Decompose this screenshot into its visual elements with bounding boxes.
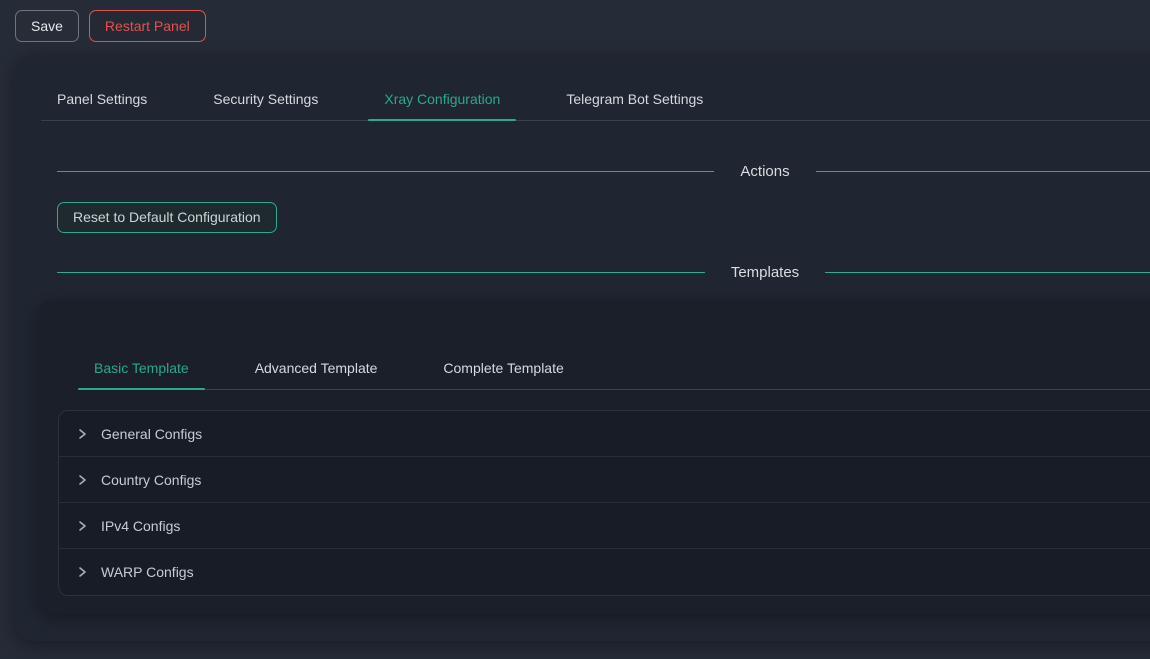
collapse-label: General Configs bbox=[101, 426, 202, 442]
settings-tabs: Panel Settings Security Settings Xray Co… bbox=[41, 79, 1150, 121]
templates-card: Basic Template Advanced Template Complet… bbox=[38, 300, 1150, 614]
template-config-collapse: General Configs Country Configs IPv4 Con… bbox=[58, 410, 1150, 596]
tab-xray-configuration[interactable]: Xray Configuration bbox=[368, 79, 516, 120]
actions-divider-label: Actions bbox=[714, 163, 815, 180]
collapse-general-configs[interactable]: General Configs bbox=[59, 411, 1150, 457]
collapse-label: WARP Configs bbox=[101, 564, 194, 580]
tab-advanced-template[interactable]: Advanced Template bbox=[239, 348, 394, 389]
collapse-ipv4-configs[interactable]: IPv4 Configs bbox=[59, 503, 1150, 549]
restart-panel-button[interactable]: Restart Panel bbox=[89, 10, 206, 42]
top-toolbar: Save Restart Panel bbox=[0, 0, 1150, 51]
save-button[interactable]: Save bbox=[15, 10, 79, 42]
chevron-right-icon bbox=[76, 474, 88, 486]
reset-to-default-button[interactable]: Reset to Default Configuration bbox=[57, 202, 277, 233]
chevron-right-icon bbox=[76, 520, 88, 532]
template-tabs: Basic Template Advanced Template Complet… bbox=[78, 348, 1150, 390]
templates-divider-label: Templates bbox=[705, 264, 825, 281]
collapse-warp-configs[interactable]: WARP Configs bbox=[59, 549, 1150, 595]
settings-card: Panel Settings Security Settings Xray Co… bbox=[15, 55, 1150, 641]
collapse-label: Country Configs bbox=[101, 472, 201, 488]
tab-security-settings[interactable]: Security Settings bbox=[197, 79, 334, 120]
collapse-label: IPv4 Configs bbox=[101, 518, 180, 534]
templates-divider: Templates bbox=[57, 264, 1150, 281]
tab-basic-template[interactable]: Basic Template bbox=[78, 348, 205, 389]
chevron-right-icon bbox=[76, 566, 88, 578]
chevron-right-icon bbox=[76, 428, 88, 440]
collapse-country-configs[interactable]: Country Configs bbox=[59, 457, 1150, 503]
actions-divider: Actions bbox=[57, 163, 1150, 180]
tab-panel-settings[interactable]: Panel Settings bbox=[41, 79, 163, 120]
tab-complete-template[interactable]: Complete Template bbox=[427, 348, 579, 389]
tab-telegram-bot-settings[interactable]: Telegram Bot Settings bbox=[550, 79, 719, 120]
